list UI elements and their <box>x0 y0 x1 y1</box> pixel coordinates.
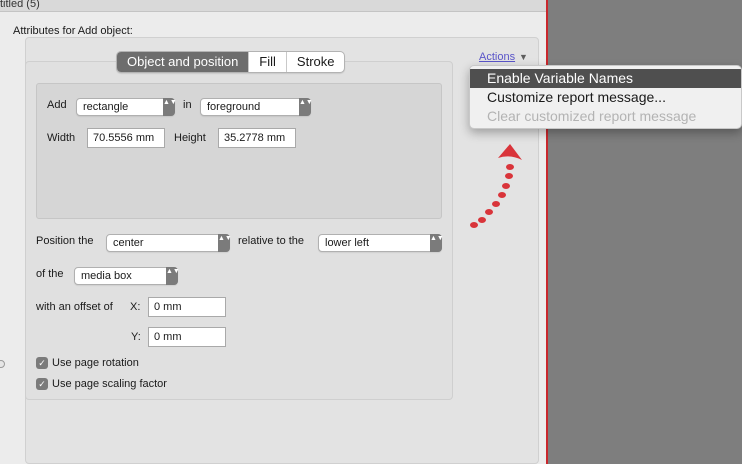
page-rotation-checkbox[interactable]: ✓ <box>36 357 48 369</box>
page-scaling-checkbox[interactable]: ✓ <box>36 378 48 390</box>
of-the-label: of the <box>36 268 64 280</box>
shape-select-value: rectangle <box>83 101 129 113</box>
splitter-handle[interactable] <box>0 360 5 368</box>
annotation-arrow-icon <box>470 144 522 228</box>
width-field[interactable]: 70.5556 mm <box>87 128 165 148</box>
window-titlebar: titled (5) <box>0 0 547 12</box>
menu-item-customize-report-message[interactable]: Customize report message... <box>470 88 741 107</box>
add-label: Add <box>47 99 67 111</box>
chevron-updown-icon: ▲▼ <box>299 98 313 116</box>
page-rotation-label: Use page rotation <box>52 357 139 369</box>
shape-select[interactable]: rectangle ▲▼ <box>76 98 177 116</box>
layer-select[interactable]: foreground ▲▼ <box>200 98 313 116</box>
window-title: titled (5) <box>0 0 40 10</box>
y-label: Y: <box>131 331 141 343</box>
offset-label: with an offset of <box>36 301 113 313</box>
caret-down-icon[interactable]: ▼ <box>519 52 528 62</box>
box-select-value: media box <box>81 270 132 282</box>
reference-select-value: lower left <box>325 237 370 249</box>
anchor-select-value: center <box>113 237 144 249</box>
tab-fill[interactable]: Fill <box>248 52 286 72</box>
anchor-select[interactable]: center ▲▼ <box>106 234 232 252</box>
x-offset-field[interactable]: 0 mm <box>148 297 226 317</box>
page-scaling-label: Use page scaling factor <box>52 378 167 390</box>
tab-object-and-position[interactable]: Object and position <box>117 52 249 72</box>
layer-select-value: foreground <box>207 101 261 113</box>
chevron-updown-icon: ▲▼ <box>163 98 177 116</box>
chevron-updown-icon: ▲▼ <box>166 267 180 285</box>
menu-item-clear-customized-report-message: Clear customized report message <box>487 108 697 124</box>
attributes-heading: Attributes for Add object: <box>13 25 133 37</box>
relative-label: relative to the <box>238 235 305 247</box>
attribute-tabs: Object and position Fill Stroke <box>116 51 346 73</box>
x-label: X: <box>130 301 141 313</box>
height-field[interactable]: 35.2778 mm <box>218 128 296 148</box>
width-label: Width <box>47 132 76 144</box>
actions-menu-link[interactable]: Actions <box>479 51 515 63</box>
position-label: Position the <box>36 235 94 247</box>
box-select[interactable]: media box ▲▼ <box>74 267 180 285</box>
chevron-updown-icon: ▲▼ <box>430 234 444 252</box>
chevron-updown-icon: ▲▼ <box>218 234 232 252</box>
tab-stroke[interactable]: Stroke <box>285 52 345 72</box>
y-offset-field[interactable]: 0 mm <box>148 327 226 347</box>
reference-select[interactable]: lower left ▲▼ <box>318 234 444 252</box>
menu-item-enable-variable-names[interactable]: Enable Variable Names <box>470 69 741 88</box>
actions-dropdown-menu: Enable Variable Names Customize report m… <box>469 65 742 129</box>
in-label: in <box>183 99 192 111</box>
height-label: Height <box>174 132 206 144</box>
